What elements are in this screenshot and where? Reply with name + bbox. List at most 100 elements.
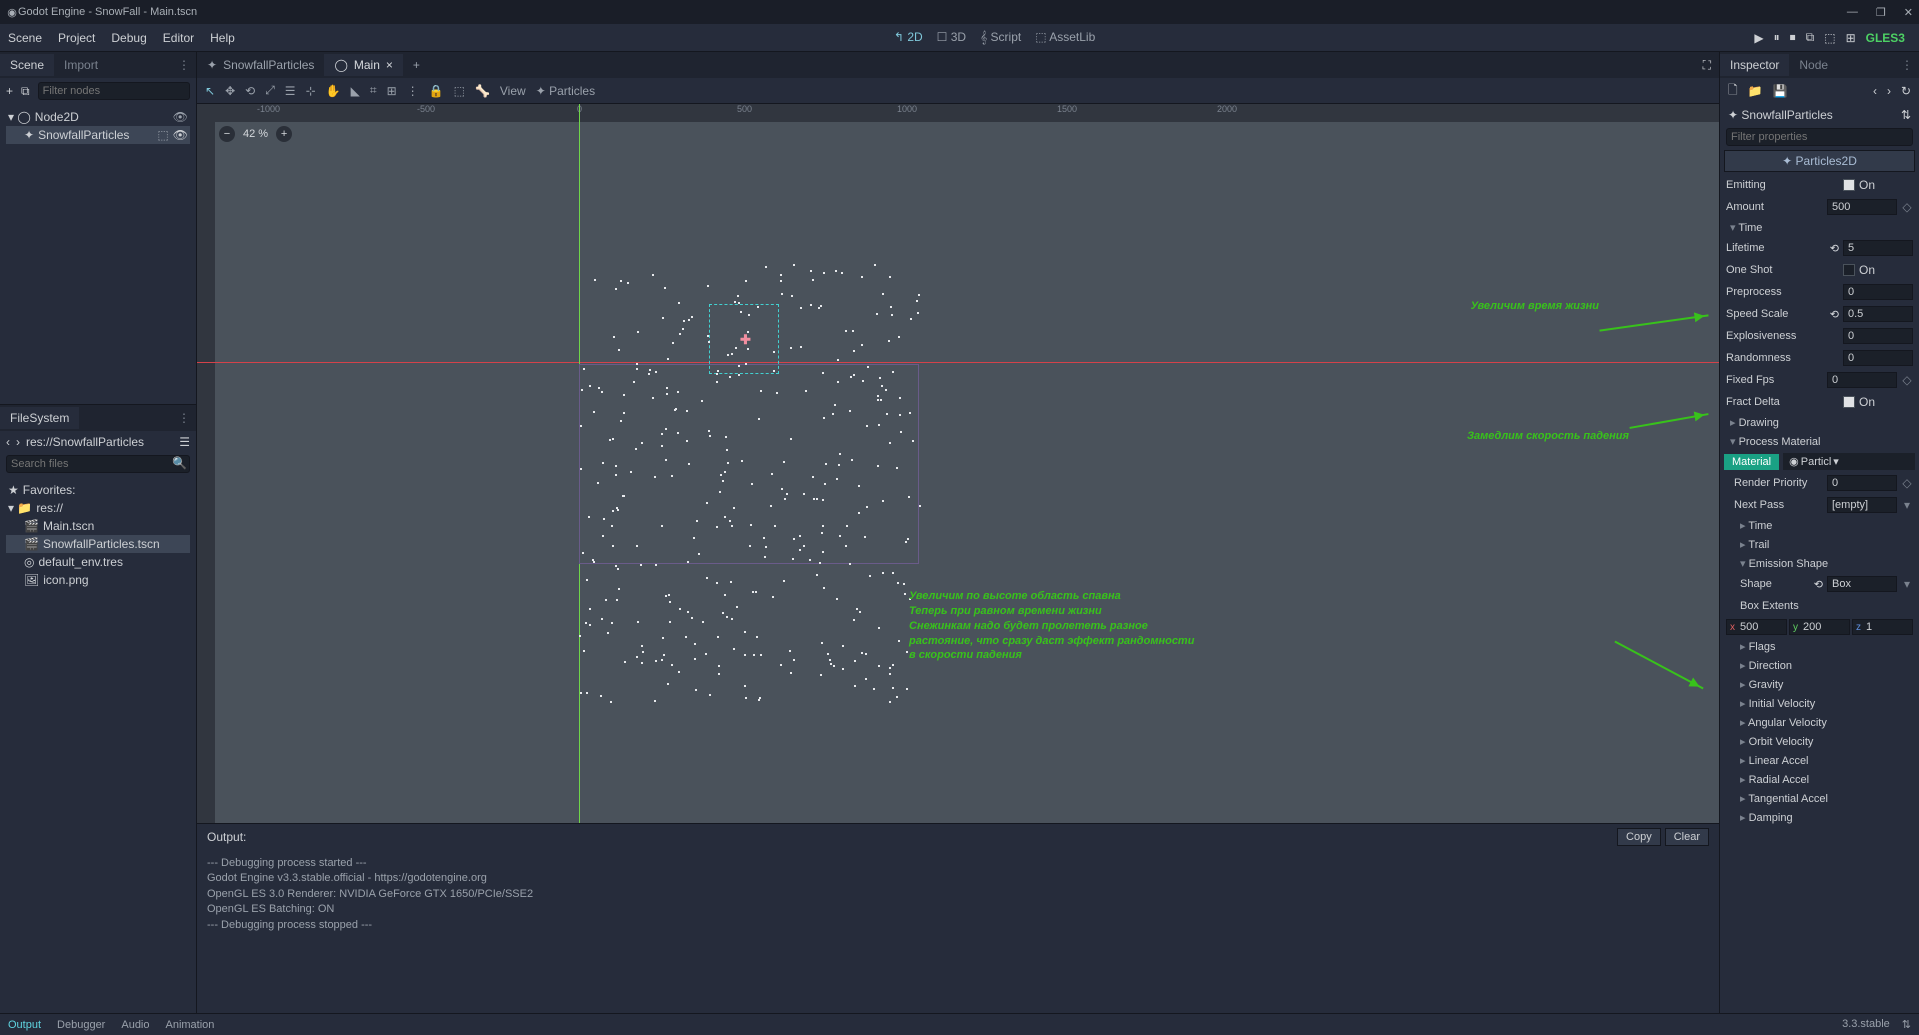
bottom-tab[interactable]: Debugger: [57, 1019, 105, 1031]
scene-tab[interactable]: ✦ SnowfallParticles: [197, 54, 324, 76]
pause-button[interactable]: ⏸: [1774, 30, 1780, 45]
prop-shape-select[interactable]: Box: [1827, 576, 1897, 592]
copy-button[interactable]: Copy: [1617, 828, 1661, 846]
revert-icon[interactable]: ⟲: [1814, 578, 1823, 591]
bottom-tab[interactable]: Audio: [121, 1019, 149, 1031]
fs-fwd-button[interactable]: ›: [16, 435, 20, 449]
history-icon[interactable]: ↻: [1901, 84, 1911, 98]
origin-gizmo[interactable]: ✚: [740, 332, 751, 348]
new-tab-button[interactable]: +: [403, 54, 430, 76]
subgroup[interactable]: Flags: [1720, 637, 1919, 656]
pan-tool-icon[interactable]: ✋: [326, 84, 341, 98]
box-z-input[interactable]: [1864, 620, 1912, 634]
play-custom-button[interactable]: ⬚: [1824, 31, 1835, 45]
play-button[interactable]: ▶: [1754, 31, 1763, 45]
menu-help[interactable]: Help: [210, 31, 235, 45]
prop-material-value[interactable]: ◉ Particl ▾: [1783, 453, 1915, 470]
prop-fixedfps-input[interactable]: 0: [1827, 372, 1897, 388]
subgroup[interactable]: Trail: [1720, 535, 1919, 554]
fs-split-icon[interactable]: ☰: [179, 435, 190, 449]
workspace-script[interactable]: 𝄞 Script: [980, 30, 1021, 45]
workspace-2d[interactable]: ↰ 2D: [894, 30, 923, 45]
prop-oneshot-checkbox[interactable]: On: [1843, 263, 1913, 277]
subgroup[interactable]: Linear Accel: [1720, 751, 1919, 770]
scene-tab[interactable]: ◯ Main ×: [324, 54, 402, 76]
clear-button[interactable]: Clear: [1665, 828, 1709, 846]
ruler-tool-icon[interactable]: ⊹: [306, 84, 316, 98]
dropdown-icon[interactable]: ▾: [1901, 498, 1913, 512]
fs-file[interactable]: 🎬 Main.tscn: [6, 517, 190, 535]
inspector-breadcrumb[interactable]: ✦ SnowfallParticles ⇅: [1720, 104, 1919, 126]
subgroup[interactable]: Orbit Velocity: [1720, 732, 1919, 751]
subgroup[interactable]: Angular Velocity: [1720, 713, 1919, 732]
tab-node[interactable]: Node: [1789, 54, 1838, 76]
box-x-input[interactable]: [1738, 620, 1786, 634]
prop-explosiveness-input[interactable]: 0: [1843, 328, 1913, 344]
tab-scene[interactable]: Scene: [0, 54, 54, 76]
rotate-tool-icon[interactable]: ⟲: [245, 84, 255, 98]
tab-filesystem[interactable]: FileSystem: [0, 407, 79, 429]
prop-nextpass-input[interactable]: [empty]: [1827, 497, 1897, 513]
select-tool-icon[interactable]: ↖: [205, 84, 215, 98]
tree-node-child[interactable]: ✦SnowfallParticles ⬚ 👁: [6, 126, 190, 144]
subgroup[interactable]: Radial Accel: [1720, 770, 1919, 789]
menu-project[interactable]: Project: [58, 31, 95, 45]
history-fwd-icon[interactable]: ›: [1887, 84, 1891, 98]
load-resource-icon[interactable]: 📁: [1748, 84, 1763, 98]
visibility-icon[interactable]: 👁: [173, 110, 188, 124]
spinner-icon[interactable]: ◇: [1901, 476, 1913, 490]
filter-properties-input[interactable]: [1726, 128, 1913, 146]
new-resource-icon[interactable]: 🗋: [1728, 81, 1738, 102]
move-tool-icon[interactable]: ✥: [225, 84, 235, 98]
lock-icon[interactable]: 🔒: [429, 84, 444, 98]
spinner-icon[interactable]: ◇: [1901, 200, 1913, 214]
subgroup[interactable]: Tangential Accel: [1720, 789, 1919, 808]
movie-button[interactable]: ⊞: [1846, 31, 1856, 45]
grid-tool-icon[interactable]: ⊞: [387, 84, 397, 98]
fs-back-button[interactable]: ‹: [6, 435, 10, 449]
prop-renderpri-input[interactable]: 0: [1827, 475, 1897, 491]
close-button[interactable]: ✕: [1904, 6, 1913, 19]
subgroup[interactable]: Damping: [1720, 808, 1919, 827]
maximize-button[interactable]: ❐: [1876, 6, 1886, 19]
class-section[interactable]: ✦ Particles2D: [1724, 150, 1915, 172]
add-node-button[interactable]: +: [6, 84, 13, 98]
collapse-icon[interactable]: ⇅: [1901, 108, 1911, 122]
group-drawing[interactable]: Drawing: [1720, 413, 1919, 432]
group-emission-shape[interactable]: Emission Shape: [1720, 554, 1919, 573]
fs-options-icon[interactable]: ⋮: [178, 411, 196, 425]
fs-file[interactable]: ◎ default_env.tres: [6, 553, 190, 571]
revert-icon[interactable]: ⟲: [1830, 308, 1839, 321]
workspace-assetlib[interactable]: ⬚ AssetLib: [1035, 30, 1095, 45]
renderer-selector[interactable]: GLES3: [1866, 31, 1911, 45]
filter-nodes-input[interactable]: [38, 82, 190, 100]
history-back-icon[interactable]: ‹: [1873, 84, 1877, 98]
fs-search-input[interactable]: [6, 455, 190, 473]
fs-path[interactable]: res://SnowfallParticles: [26, 435, 173, 449]
snap-tool-icon[interactable]: ⌗: [370, 83, 377, 98]
bottom-tab[interactable]: Animation: [166, 1019, 215, 1031]
visibility-icon[interactable]: 👁: [173, 128, 188, 142]
bottom-tab[interactable]: Output: [8, 1019, 41, 1031]
group-time[interactable]: Time: [1720, 218, 1919, 237]
menu-scene[interactable]: Scene: [8, 31, 42, 45]
subgroup[interactable]: Direction: [1720, 656, 1919, 675]
open-scene-icon[interactable]: ⬚: [157, 128, 168, 142]
save-resource-icon[interactable]: 💾: [1773, 84, 1788, 98]
tab-inspector[interactable]: Inspector: [1720, 54, 1789, 76]
group-icon[interactable]: ⬚: [454, 84, 465, 98]
workspace-3d[interactable]: ☐ 3D: [937, 30, 966, 45]
group-process-material[interactable]: Process Material: [1720, 432, 1919, 451]
view-menu[interactable]: View: [500, 84, 526, 98]
tab-import[interactable]: Import: [54, 54, 108, 76]
stop-button[interactable]: ⏹: [1790, 30, 1796, 45]
output-log[interactable]: --- Debugging process started --- Godot …: [197, 850, 1719, 1013]
bone-icon[interactable]: 🦴: [475, 84, 490, 98]
ruler2-tool-icon[interactable]: ◣: [351, 84, 360, 98]
subgroup[interactable]: Time: [1720, 516, 1919, 535]
revert-icon[interactable]: ⟲: [1830, 242, 1839, 255]
zoom-in-button[interactable]: +: [276, 126, 292, 142]
prop-amount-input[interactable]: 500: [1827, 199, 1897, 215]
fs-favorites[interactable]: ★ Favorites:: [6, 481, 190, 499]
prop-speedscale-input[interactable]: 0.5: [1843, 306, 1913, 322]
